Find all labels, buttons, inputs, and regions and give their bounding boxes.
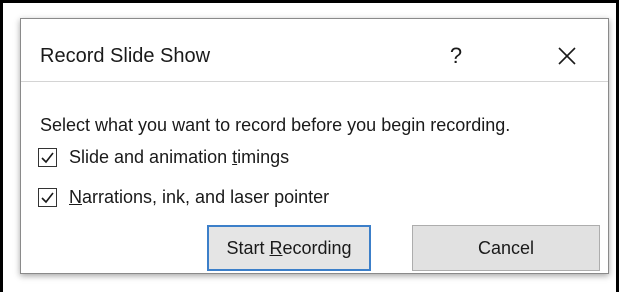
start-recording-button[interactable]: Start Recording	[207, 225, 371, 271]
titlebar-divider	[21, 81, 608, 82]
instruction-text: Select what you want to record before yo…	[40, 115, 511, 135]
slide-timings-checkbox[interactable]	[38, 148, 57, 167]
record-slide-show-dialog: Record Slide Show ? Select what you want…	[20, 18, 609, 274]
narrations-option[interactable]: Narrations, ink, and laser pointer	[38, 187, 329, 208]
cancel-button[interactable]: Cancel	[412, 225, 600, 271]
slide-timings-label: Slide and animation timings	[69, 147, 290, 167]
bottom-margin	[0, 292, 619, 304]
dialog-titlebar: Record Slide Show ?	[21, 19, 608, 81]
close-icon	[558, 47, 576, 65]
start-recording-label: Start Recording	[226, 237, 352, 258]
narrations-checkbox[interactable]	[38, 188, 57, 207]
checkmark-icon	[41, 192, 54, 204]
help-button[interactable]: ?	[441, 41, 471, 71]
checkmark-icon	[41, 152, 54, 164]
narrations-label: Narrations, ink, and laser pointer	[69, 187, 330, 207]
close-button[interactable]	[552, 41, 582, 71]
slide-timings-option[interactable]: Slide and animation timings	[38, 147, 289, 168]
dialog-title: Record Slide Show	[40, 45, 211, 67]
